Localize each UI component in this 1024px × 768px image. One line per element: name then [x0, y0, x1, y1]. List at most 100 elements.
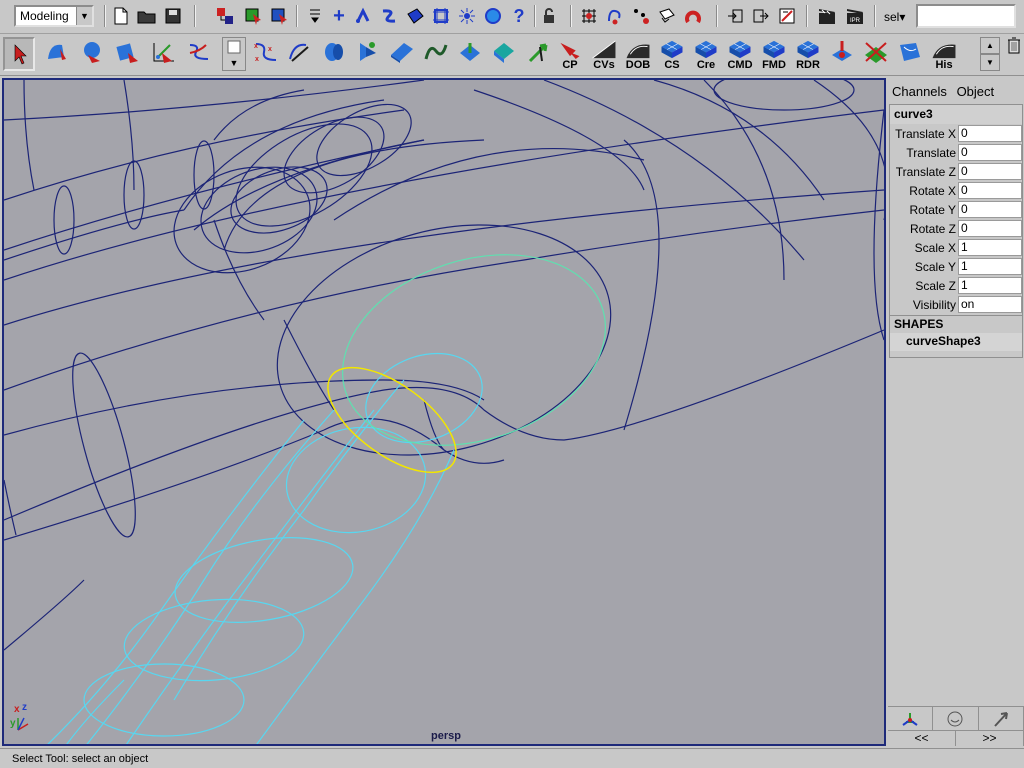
attribute-name[interactable]: Rotate X	[890, 184, 958, 198]
shelf-button-cmd[interactable]: CMD	[724, 37, 756, 71]
output-connections-icon[interactable]	[750, 5, 772, 27]
shelf-button-rdr[interactable]: RDR	[792, 37, 824, 71]
lasso-tool-button[interactable]	[40, 37, 72, 71]
shelf-button-cs[interactable]: CS	[656, 37, 688, 71]
attribute-value-field[interactable]: 1	[958, 277, 1022, 294]
shelf-button-cvs[interactable]: CVs	[588, 37, 620, 71]
attribute-name[interactable]: Rotate Z	[890, 222, 958, 236]
curve-tool-button[interactable]	[184, 37, 216, 71]
select-surfaces-icon[interactable]	[404, 5, 426, 27]
select-curves-icon[interactable]	[378, 5, 400, 27]
attribute-value-field[interactable]: 1	[958, 258, 1022, 275]
sculpt-tool-button[interactable]	[826, 37, 858, 71]
attribute-name[interactable]: Translate X	[890, 127, 958, 141]
select-rendering-icon[interactable]	[482, 5, 504, 27]
select-component-icon[interactable]	[268, 5, 290, 27]
make-live-icon[interactable]	[682, 5, 704, 27]
shelf-button-cre[interactable]: Cre	[690, 37, 722, 71]
divider	[104, 5, 106, 27]
square-surface-button[interactable]	[522, 37, 554, 71]
select-dynamics-icon[interactable]	[456, 5, 478, 27]
attribute-value-field[interactable]: 0	[958, 125, 1022, 142]
blend-button[interactable]	[894, 37, 926, 71]
attribute-name[interactable]: Visibility	[890, 298, 958, 312]
chevron-down-icon[interactable]: ▼	[76, 7, 92, 25]
divider	[296, 5, 298, 27]
select-misc-icon[interactable]: ?	[508, 5, 530, 27]
cv-curve-button[interactable]: xxx	[250, 37, 282, 71]
quick-select-input[interactable]	[916, 4, 1016, 28]
lock-selection-icon[interactable]	[538, 5, 560, 27]
select-tool-button[interactable]	[3, 37, 35, 71]
open-scene-icon[interactable]	[136, 5, 158, 27]
save-scene-icon[interactable]	[162, 5, 184, 27]
attribute-name[interactable]: Scale Y	[890, 260, 958, 274]
extrude-button[interactable]	[420, 37, 452, 71]
planar-button[interactable]	[386, 37, 418, 71]
select-hierarchy-icon[interactable]	[214, 5, 236, 27]
snap-to-view-plane-icon[interactable]	[656, 5, 678, 27]
snap-to-curve-icon[interactable]	[604, 5, 626, 27]
wireframe-scene[interactable]	[4, 80, 886, 746]
attribute-value-field[interactable]: on	[958, 296, 1022, 313]
nav-next-button[interactable]: >>	[956, 731, 1024, 746]
nav-prev-button[interactable]: <<	[888, 731, 956, 746]
chevron-down-icon[interactable]: ▼	[980, 54, 1000, 71]
attribute-name[interactable]: Scale X	[890, 241, 958, 255]
attribute-name[interactable]: Scale Z	[890, 279, 958, 293]
shelf-button-cp[interactable]: CP	[554, 37, 586, 71]
divider	[874, 5, 876, 27]
svg-text:x: x	[255, 56, 259, 63]
attribute-name[interactable]: Translate	[890, 146, 958, 160]
new-scene-icon[interactable]	[110, 5, 132, 27]
ipr-render-icon[interactable]: IPR	[844, 5, 866, 27]
loft-button[interactable]	[352, 37, 384, 71]
attribute-value-field[interactable]: 0	[958, 201, 1022, 218]
render-icon[interactable]	[816, 5, 838, 27]
layer-tool-icon[interactable]	[888, 707, 934, 730]
menu-object[interactable]: Object	[957, 84, 995, 99]
move-tool-button[interactable]	[76, 37, 108, 71]
construction-history-icon[interactable]	[776, 5, 798, 27]
attribute-row: Visibility on	[890, 295, 1022, 314]
select-object-icon[interactable]	[242, 5, 264, 27]
attribute-value-field[interactable]: 0	[958, 163, 1022, 180]
bevel-button[interactable]	[454, 37, 486, 71]
shape-item[interactable]: curveShape3	[890, 333, 1022, 351]
shelf-menu-button[interactable]: ▼	[222, 37, 246, 71]
shelf-button-his[interactable]: His	[928, 37, 960, 71]
quick-select-label[interactable]: sel▾	[884, 10, 905, 24]
select-handles-icon[interactable]: +	[328, 5, 350, 27]
attribute-value-field[interactable]: 0	[958, 220, 1022, 237]
select-joints-icon[interactable]	[352, 5, 374, 27]
ep-curve-button[interactable]	[284, 37, 316, 71]
menu-set-selector[interactable]: Modeling ▼	[14, 5, 94, 27]
snap-to-point-icon[interactable]	[630, 5, 652, 27]
attribute-name[interactable]: Translate Z	[890, 165, 958, 179]
chevron-up-icon[interactable]: ▲	[980, 37, 1000, 54]
boundary-button[interactable]	[488, 37, 520, 71]
snap-to-grid-icon[interactable]	[578, 5, 600, 27]
smiley-icon[interactable]	[933, 707, 979, 730]
attribute-value-field[interactable]: 0	[958, 182, 1022, 199]
perspective-viewport[interactable]: x z y persp	[2, 78, 886, 746]
arrow-icon[interactable]	[979, 707, 1024, 730]
scale-tool-button[interactable]	[148, 37, 180, 71]
attribute-value-field[interactable]: 1	[958, 239, 1022, 256]
object-name[interactable]: curve3	[890, 105, 1022, 124]
menu-channels[interactable]: Channels	[892, 84, 947, 99]
paint-weights-button[interactable]	[860, 37, 892, 71]
shelf-button-cp-label: CP	[562, 59, 578, 71]
attribute-value-field[interactable]: 0	[958, 144, 1022, 161]
rotate-tool-button[interactable]	[112, 37, 144, 71]
select-deformations-icon[interactable]	[430, 5, 452, 27]
revolve-button[interactable]	[318, 37, 350, 71]
attribute-name[interactable]: Rotate Y	[890, 203, 958, 217]
shelf-button-dob[interactable]: DOB	[622, 37, 654, 71]
input-connections-icon[interactable]	[724, 5, 746, 27]
mask-menu-icon[interactable]	[304, 5, 326, 27]
trash-icon[interactable]	[1004, 34, 1024, 56]
shelf-button-fmd[interactable]: FMD	[758, 37, 790, 71]
shelf-scroll[interactable]: ▲ ▼	[980, 37, 1000, 73]
svg-text:IPR: IPR	[850, 18, 861, 24]
